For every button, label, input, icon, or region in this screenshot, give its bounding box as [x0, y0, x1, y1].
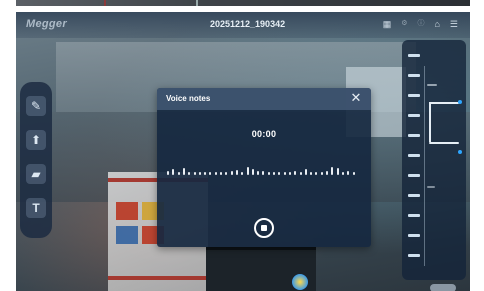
- scale-tick: [408, 94, 420, 97]
- audio-waveform: [167, 165, 361, 177]
- scale-tick: [408, 134, 420, 137]
- waveform-bar: [336, 168, 339, 175]
- graph-line: [429, 102, 459, 104]
- waveform-bar: [320, 172, 323, 175]
- waveform-bar: [278, 172, 281, 175]
- poster-tile: [116, 226, 138, 244]
- scale-tick: [408, 194, 420, 197]
- home-icon[interactable]: ⌂: [434, 19, 439, 29]
- poster-stripe: [108, 276, 208, 280]
- waveform-bar: [241, 172, 244, 175]
- right-measurement-panel: [402, 40, 466, 291]
- recording-title: 20251212_190342: [210, 19, 286, 29]
- waveform-bar: [220, 172, 222, 175]
- waveform-bar: [235, 170, 238, 175]
- camera-icon[interactable]: ▰: [26, 164, 46, 184]
- waveform-bar: [172, 169, 175, 175]
- waveform-bar: [352, 172, 355, 175]
- camera-view: Megger 20251212_190342 ▦ ⚙ ⓘ ⌂ ☰ ✎ ⬆ ▰ T: [16, 12, 470, 291]
- waveform-bar: [326, 171, 328, 175]
- stop-square: [261, 225, 267, 231]
- waveform-bar: [262, 171, 265, 175]
- waveform-bar: [315, 172, 318, 175]
- waveform-bar: [251, 169, 254, 175]
- waveform-bar: [246, 167, 249, 175]
- edge-mark: [104, 0, 106, 6]
- scale-tick: [408, 254, 420, 257]
- waveform-bar: [204, 172, 207, 175]
- waveform-bar: [177, 172, 180, 175]
- waveform-bar: [299, 172, 302, 175]
- grid-icon[interactable]: ▦: [383, 19, 392, 29]
- edge-mark: [196, 0, 198, 6]
- indicator-dot: [458, 150, 462, 154]
- left-toolbar: ✎ ⬆ ▰ T: [20, 82, 52, 238]
- app-topbar: Megger 20251212_190342 ▦ ⚙ ⓘ ⌂ ☰: [16, 12, 470, 38]
- top-icon-group: ▦ ⚙ ⓘ ⌂ ☰: [383, 19, 458, 29]
- waveform-bar: [294, 171, 297, 175]
- scale-tick: [408, 174, 420, 177]
- text-icon[interactable]: T: [26, 198, 46, 218]
- waveform-bar: [193, 172, 196, 175]
- previous-screenshot-edge: [16, 0, 470, 6]
- pencil-icon[interactable]: ✎: [26, 96, 46, 116]
- poster-tile: [116, 202, 138, 220]
- waveform-bar: [209, 172, 212, 175]
- graph-line: [429, 102, 431, 142]
- scale-ticks: [408, 44, 422, 276]
- panel-toggle[interactable]: [430, 284, 456, 291]
- scale-tick: [408, 74, 420, 77]
- waveform-bar: [188, 172, 191, 175]
- settings-icon[interactable]: ⚙: [401, 19, 407, 29]
- waveform-bar: [225, 172, 228, 175]
- dialog-title: Voice notes: [166, 94, 211, 103]
- dialog-header: Voice notes ✕: [157, 88, 371, 110]
- waveform-bar: [331, 167, 334, 175]
- scale-tick: [408, 114, 420, 117]
- waveform-bar: [257, 171, 260, 175]
- scale-tick: [408, 234, 420, 237]
- glow-orb: [292, 274, 308, 290]
- info-icon[interactable]: ⓘ: [417, 19, 424, 29]
- waveform-bar: [273, 172, 275, 175]
- waveform-bar: [267, 172, 270, 175]
- app-logo: Megger: [26, 18, 67, 30]
- waveform-bar: [288, 172, 291, 175]
- graph-line: [427, 186, 435, 188]
- waveform-bar: [182, 168, 185, 175]
- waveform-bar: [341, 172, 344, 175]
- arrow-up-icon[interactable]: ⬆: [26, 130, 46, 150]
- menu-icon[interactable]: ☰: [450, 19, 458, 29]
- waveform-bar: [304, 169, 307, 175]
- waveform-bar: [310, 172, 313, 175]
- recording-timer: 00:00: [251, 129, 277, 139]
- waveform-bar: [198, 172, 201, 175]
- scale-tick: [408, 214, 420, 217]
- scale-tick: [408, 154, 420, 157]
- waveform-bar: [283, 172, 286, 175]
- measurement-graph: [424, 66, 463, 266]
- waveform-bar: [214, 172, 217, 175]
- graph-line: [427, 84, 437, 86]
- stop-icon[interactable]: [254, 218, 274, 238]
- indicator-dot: [458, 100, 462, 104]
- waveform-bar: [347, 171, 350, 175]
- waveform-bar: [167, 171, 169, 175]
- scale-tick: [408, 54, 420, 57]
- voice-notes-dialog: Voice notes ✕ 00:00: [157, 88, 371, 247]
- waveform-bar: [230, 171, 233, 175]
- graph-line: [429, 142, 459, 144]
- close-icon[interactable]: ✕: [349, 91, 363, 105]
